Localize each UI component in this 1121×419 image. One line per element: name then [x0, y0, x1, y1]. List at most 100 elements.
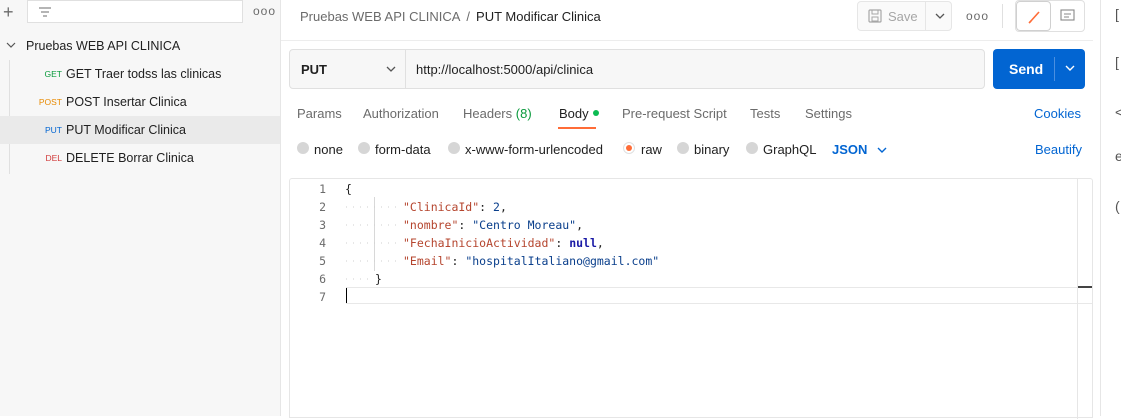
save-dropdown[interactable] [925, 2, 953, 30]
documentation-icon[interactable]: [ [1115, 6, 1119, 22]
filter-lines-icon [39, 7, 51, 17]
tab-params[interactable]: Params [297, 106, 342, 121]
right-sidebar: [ [ < e ( [1100, 0, 1121, 416]
save-button[interactable]: Save [857, 1, 952, 31]
text-caret [346, 288, 347, 303]
code-punct: , [576, 218, 584, 232]
code-line: "Email": "hospitalItaliano@gmail.com" [403, 254, 660, 268]
request-item-put[interactable]: PUT PUT Modificar Clinica [0, 116, 280, 144]
line-number: 4 [319, 236, 326, 250]
sidebar-more-icon[interactable]: ooo [253, 4, 276, 18]
radio-form-data[interactable] [358, 142, 370, 154]
method-badge-post: POST [38, 97, 62, 107]
radio-graphql[interactable] [746, 142, 758, 154]
divider [1054, 57, 1055, 81]
history-icon[interactable]: ( [1115, 198, 1120, 214]
request-name: POST Insertar Clinica [66, 95, 187, 109]
json-key: "nombre" [403, 218, 459, 232]
method-select[interactable]: PUT [290, 50, 406, 88]
more-options-icon[interactable]: ooo [966, 9, 989, 23]
code-punct: , [499, 200, 507, 214]
tab-body-label: Body [559, 106, 589, 121]
line-number: 7 [319, 290, 326, 304]
send-label: Send [1009, 61, 1044, 77]
request-item-get[interactable]: GET GET Traer todss las clinicas [0, 60, 280, 88]
radio-binary-label[interactable]: binary [694, 142, 729, 157]
code-punct: , [596, 236, 604, 250]
collection-item[interactable]: Pruebas WEB API CLINICA [0, 36, 280, 56]
chevron-down-icon[interactable] [876, 146, 888, 155]
editor-scrollbar[interactable] [1077, 179, 1093, 419]
save-disk-icon [868, 9, 882, 23]
divider [1002, 4, 1003, 28]
radio-raw[interactable] [623, 142, 635, 154]
comments-icon[interactable]: e [1115, 148, 1121, 164]
sidebar-toolbar: + ooo [0, 0, 280, 26]
body-status-dot [592, 110, 599, 116]
request-item-delete[interactable]: DEL DELETE Borrar Clinica [0, 144, 280, 172]
send-button[interactable]: Send [993, 49, 1085, 89]
json-key: "ClinicaId" [403, 200, 480, 214]
code-line: "nombre": "Centro Moreau", [403, 218, 584, 232]
line-number: 1 [319, 182, 326, 196]
pencil-icon [1028, 11, 1040, 24]
tab-body[interactable]: Body [559, 106, 599, 121]
tab-headers-label: Headers [463, 106, 513, 121]
chevron-down-icon[interactable] [1064, 64, 1076, 73]
line-number: 6 [319, 272, 326, 286]
json-value: null [569, 236, 597, 250]
url-input[interactable]: http://localhost:5000/api/clinica [416, 62, 593, 77]
json-key: "FechaInicioActividad" [403, 236, 556, 250]
request-name: GET Traer todss las clinicas [66, 67, 222, 81]
breadcrumb-separator: / [466, 9, 471, 24]
method-badge-delete: DEL [45, 153, 62, 163]
tab-tests[interactable]: Tests [750, 106, 780, 121]
info-icon[interactable]: [ [1115, 54, 1119, 70]
code-icon[interactable]: < [1115, 104, 1121, 120]
breadcrumb: Pruebas WEB API CLINICA / PUT Modificar Cl… [300, 9, 601, 24]
active-tab-indicator [558, 127, 596, 129]
radio-none[interactable] [297, 142, 309, 154]
line-number: 2 [319, 200, 326, 214]
json-key: "Email" [403, 254, 452, 268]
divider [281, 40, 1093, 41]
radio-form-data-label[interactable]: form-data [375, 142, 431, 157]
tab-pre-request-script[interactable]: Pre-request Script [622, 106, 727, 121]
tab-settings[interactable]: Settings [805, 106, 852, 121]
tab-headers-count: (8) [515, 106, 532, 121]
json-value: 2 [493, 200, 500, 214]
filter-input[interactable] [27, 0, 243, 23]
line-number: 5 [319, 254, 326, 268]
beautify-button[interactable]: Beautify [1035, 142, 1082, 157]
breadcrumb-collection[interactable]: Pruebas WEB API CLINICA [300, 9, 460, 24]
body-editor[interactable]: 1 2 3 4 5 6 7 { "ClinicaId": 2, "nombre"… [289, 178, 1093, 419]
collection-name: Pruebas WEB API CLINICA [26, 39, 181, 53]
request-item-post[interactable]: POST POST Insertar Clinica [0, 88, 280, 116]
json-value: "hospitalItaliano@gmail.com" [465, 254, 660, 268]
save-label: Save [888, 9, 918, 24]
request-name: PUT Modificar Clinica [66, 123, 186, 137]
radio-urlencoded[interactable] [448, 142, 460, 154]
breadcrumb-request[interactable]: PUT Modificar Clinica [476, 9, 601, 24]
radio-raw-label[interactable]: raw [641, 142, 662, 157]
comment-icon[interactable] [1060, 9, 1076, 23]
tab-headers[interactable]: Headers (8) [463, 106, 532, 121]
edit-mode-button[interactable] [1016, 1, 1051, 31]
request-name: DELETE Borrar Clinica [66, 151, 194, 165]
radio-urlencoded-label[interactable]: x-www-form-urlencoded [465, 142, 603, 157]
format-select[interactable]: JSON [832, 142, 867, 157]
plus-icon[interactable]: + [3, 2, 14, 22]
cookies-link[interactable]: Cookies [1034, 106, 1081, 121]
method-value: PUT [301, 62, 327, 77]
line-number: 3 [319, 218, 326, 232]
code-line: "FechaInicioActividad": null, [403, 236, 604, 250]
radio-graphql-label[interactable]: GraphQL [763, 142, 816, 157]
scrollbar-marker [1078, 286, 1092, 288]
tab-authorization[interactable]: Authorization [363, 106, 439, 121]
view-mode-toggle[interactable] [1015, 0, 1085, 32]
radio-none-label[interactable]: none [314, 142, 343, 157]
chevron-down-icon[interactable] [5, 38, 17, 52]
json-value: "Centro Moreau" [472, 218, 577, 232]
method-badge-put: PUT [45, 125, 62, 135]
radio-binary[interactable] [677, 142, 689, 154]
